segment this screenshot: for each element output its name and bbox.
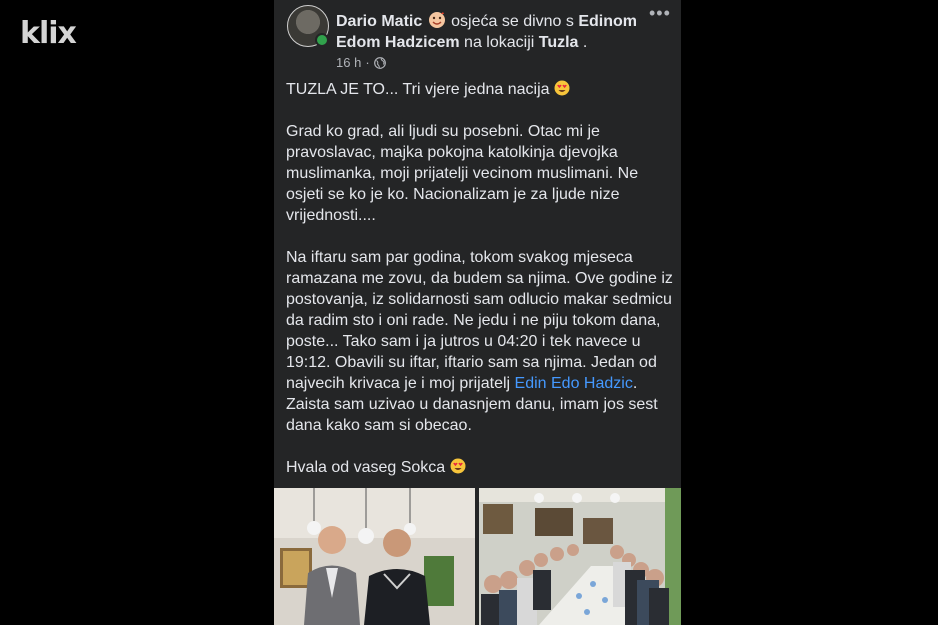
paragraph-4: Hvala od vaseg Sokca [286, 457, 674, 478]
heart-eyes-emoji-icon [450, 458, 466, 474]
post-header: Dario Matic osjeća se divno s Edinom Edo… [274, 0, 681, 76]
paragraph-1-text: TUZLA JE TO... Tri vjere jedna nacija [286, 81, 554, 98]
globe-icon [373, 56, 386, 69]
meta-separator: · [365, 55, 370, 70]
paragraph-1: TUZLA JE TO... Tri vjere jedna nacija [286, 79, 674, 100]
post-header-text: Dario Matic osjeća se divno s Edinom Edo… [336, 11, 656, 53]
paragraph-4-text: Hvala od vaseg Sokca [286, 459, 450, 476]
feeling-text: osjeća se divno s [451, 13, 579, 30]
more-options-button[interactable]: ••• [649, 4, 671, 22]
post-photos [274, 488, 681, 625]
facebook-post: Dario Matic osjeća se divno s Edinom Edo… [274, 0, 681, 625]
paragraph-2: Grad ko grad, ali ljudi su posebni. Otac… [286, 123, 639, 224]
post-body: TUZLA JE TO... Tri vjere jedna nacija Gr… [286, 79, 674, 499]
photo-two-men-illustration [274, 488, 475, 625]
location-suffix: . [582, 34, 588, 51]
post-timestamp[interactable]: 16 h [336, 55, 361, 70]
post-photo-1[interactable] [274, 488, 475, 625]
paragraph-3-text-start: Na iftaru sam par godina, tokom svakog m… [286, 249, 673, 392]
paragraph-3: Na iftaru sam par godina, tokom svakog m… [286, 247, 674, 436]
author-name-link[interactable]: Dario Matic [336, 13, 422, 30]
heart-eyes-emoji-icon [554, 80, 570, 96]
photo-group-iftar-illustration [479, 488, 681, 625]
location-link[interactable]: Tuzla [539, 34, 579, 51]
post-photo-2[interactable] [479, 488, 681, 625]
feeling-emoji-icon [428, 12, 445, 28]
location-prefix: na lokaciji [464, 34, 539, 51]
klix-watermark-logo: klix [20, 16, 77, 51]
mention-link[interactable]: Edin Edo Hadzic [515, 375, 633, 392]
online-status-dot [315, 33, 329, 47]
post-meta: 16 h · [336, 55, 386, 70]
